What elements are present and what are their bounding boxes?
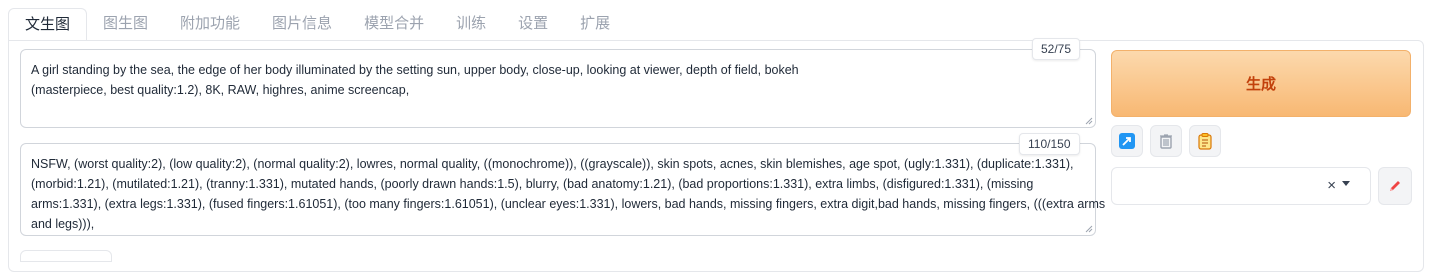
edit-styles-button[interactable] [1378, 167, 1412, 205]
chevron-down-icon[interactable] [1342, 181, 1350, 186]
clipboard-icon [1198, 133, 1212, 150]
prompt-line: A girl standing by the sea, the edge of … [31, 63, 799, 77]
arrow-checkbox-icon [1119, 133, 1135, 149]
resize-handle-icon[interactable] [1085, 117, 1093, 125]
resize-handle-icon[interactable] [1085, 225, 1093, 233]
prompt-line: (masterpiece, best quality:1.2), 8K, RAW… [31, 83, 410, 97]
read-params-button[interactable] [1111, 125, 1143, 157]
tab-extras[interactable]: 附加功能 [164, 8, 256, 40]
negative-prompt-token-counter: 110/150 [1019, 133, 1080, 155]
tab-settings[interactable]: 设置 [502, 8, 564, 40]
trash-icon [1160, 134, 1172, 149]
lower-tab-stub [20, 250, 112, 262]
tab-png-info[interactable]: 图片信息 [256, 8, 348, 40]
negative-prompt-line: NSFW, (worst quality:2), (low quality:2)… [31, 157, 1074, 171]
clear-prompt-button[interactable] [1150, 125, 1182, 157]
styles-dropdown[interactable]: × [1111, 167, 1371, 205]
clear-selection-icon[interactable]: × [1327, 177, 1336, 194]
generate-button[interactable]: 生成 [1111, 50, 1411, 117]
negative-prompt-line: (morbid:1.21), (mutilated:1.21), (tranny… [31, 177, 1034, 191]
tab-txt2img[interactable]: 文生图 [8, 8, 88, 41]
negative-prompt-textarea[interactable]: NSFW, (worst quality:2), (low quality:2)… [20, 143, 1106, 236]
tab-img2img[interactable]: 图生图 [87, 8, 164, 40]
paste-styles-button[interactable] [1189, 125, 1221, 157]
prompt-token-counter: 52/75 [1032, 38, 1081, 60]
negative-prompt-line: arms:1.331), (extra legs:1.331), (fused … [31, 197, 1106, 211]
pencil-icon [1390, 181, 1400, 191]
negative-prompt-line: and legs))), [31, 217, 95, 231]
tab-bar: 文生图 图生图 附加功能 图片信息 模型合并 训练 设置 扩展 [8, 8, 626, 41]
tab-checkpoint-merger[interactable]: 模型合并 [348, 8, 440, 40]
tab-extensions[interactable]: 扩展 [564, 8, 626, 40]
prompt-textarea[interactable]: A girl standing by the sea, the edge of … [20, 49, 1096, 128]
tab-train[interactable]: 训练 [440, 8, 502, 40]
